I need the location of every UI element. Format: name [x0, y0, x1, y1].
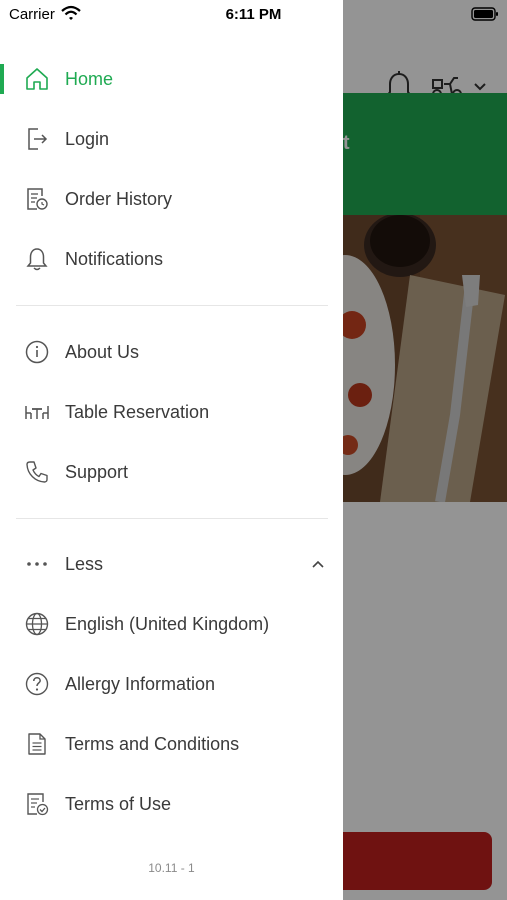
order-history-icon: [24, 186, 50, 212]
status-time: 6:11 PM: [225, 6, 282, 23]
document-check-icon: [24, 791, 50, 817]
menu-item-label: Support: [65, 461, 129, 482]
status-bar: Carrier 6:11 PM: [0, 0, 507, 28]
menu-toggle-less[interactable]: Less: [0, 539, 343, 589]
info-icon: [24, 339, 50, 365]
menu-item-label: Terms and Conditions: [65, 733, 240, 754]
chevron-up-icon: [312, 560, 324, 568]
document-icon: [24, 731, 50, 757]
menu-item-home[interactable]: Home: [0, 54, 343, 104]
menu-item-notifications[interactable]: Notifications: [0, 234, 343, 284]
table-icon: [24, 399, 50, 425]
menu-item-language[interactable]: English (United Kingdom): [0, 599, 343, 649]
menu-item-label: Login: [65, 128, 110, 149]
menu-item-allergy-information[interactable]: Allergy Information: [0, 659, 343, 709]
battery-icon: [471, 7, 498, 21]
app-version: 10.11 - 1: [148, 861, 195, 875]
menu-item-label: Allergy Information: [65, 673, 216, 694]
menu-item-terms-and-conditions[interactable]: Terms and Conditions: [0, 719, 343, 769]
menu-item-table-reservation[interactable]: Table Reservation: [0, 387, 343, 437]
globe-icon: [24, 611, 50, 637]
menu-item-label: About Us: [65, 341, 140, 362]
menu-item-label: Notifications: [65, 248, 164, 269]
question-icon: [24, 671, 50, 697]
menu-item-label: Home: [65, 68, 114, 89]
home-icon: [24, 66, 50, 92]
more-dots-icon: [24, 551, 50, 577]
menu-divider: [16, 305, 328, 306]
navigation-drawer: Home Login Order History Notifications A…: [0, 0, 343, 900]
menu-item-login[interactable]: Login: [0, 114, 343, 164]
menu-item-label: English (United Kingdom): [65, 613, 270, 634]
menu-item-terms-of-use[interactable]: Terms of Use: [0, 779, 343, 829]
menu-item-support[interactable]: Support: [0, 447, 343, 497]
menu-item-label: Less: [65, 553, 104, 574]
menu-divider: [16, 518, 328, 519]
menu-item-order-history[interactable]: Order History: [0, 174, 343, 224]
login-icon: [24, 126, 50, 152]
phone-icon: [24, 459, 50, 485]
menu-item-label: Table Reservation: [65, 401, 210, 422]
menu-item-about-us[interactable]: About Us: [0, 327, 343, 377]
bell-icon: [24, 246, 50, 272]
menu-item-label: Terms of Use: [65, 793, 172, 814]
menu-item-label: Order History: [65, 188, 173, 209]
